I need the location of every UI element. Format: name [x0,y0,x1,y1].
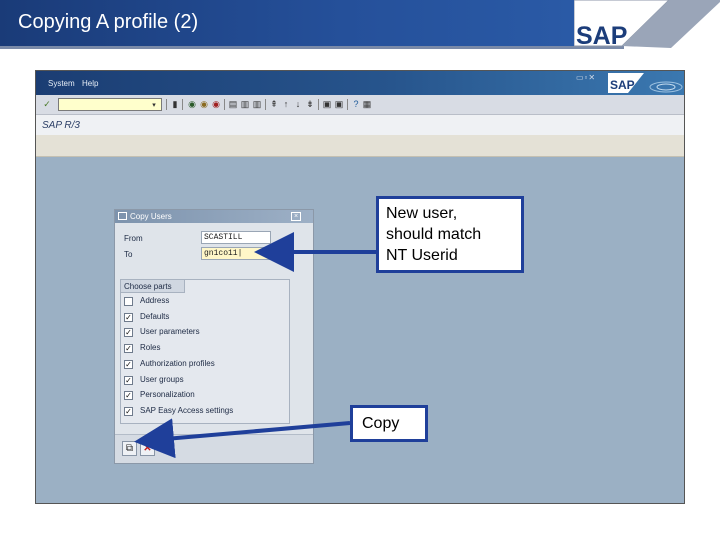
help-icon[interactable]: ? [351,99,361,110]
part-option[interactable]: ✓ User groups [124,375,284,387]
application-toolbar [36,135,684,157]
slide-title: Copying A profile (2) [18,11,199,33]
copy-button[interactable]: ⧉ [122,441,137,456]
dialog-close-icon[interactable]: × [291,212,301,221]
part-option[interactable]: ✓ Defaults [124,312,284,324]
slide-header: Copying A profile (2) SAP [0,0,720,50]
copy-icon: ⧉ [125,443,134,454]
cancel-button[interactable]: ✕ [140,441,155,456]
part-option[interactable]: ✓ SAP Easy Access settings [124,406,284,418]
screen-title: SAP R/3 [42,120,80,131]
water-ripple-graphic [636,71,684,95]
checkbox-checked-icon[interactable]: ✓ [124,406,133,416]
dialog-titlebar: Copy Users × [115,210,313,223]
toolbar-separator [347,99,348,110]
checkbox-checked-icon[interactable]: ✓ [124,312,133,322]
menu-system[interactable]: System [48,79,75,88]
standard-toolbar: ✓ ▾ ▮ ◉ ◉ ◉ ▤ ▥ ▥ ⇞ ↑ ↓ ⇟ ▣ ▣ ? ▦ [36,95,684,115]
menu-help[interactable]: Help [82,79,98,88]
checkbox-checked-icon[interactable]: ✓ [124,328,133,338]
gui-titlebar: System Help ▭▫✕ SAP [36,71,684,95]
toolbar-separator [224,99,225,110]
svg-text:SAP: SAP [576,22,627,50]
copy-callout: Copy [350,405,428,442]
part-option[interactable]: ✓ User parameters [124,327,284,339]
toolbar-separator [318,99,319,110]
from-label: From [124,234,143,243]
save-icon[interactable]: ▮ [170,99,180,110]
to-user-field[interactable]: gn1co11| [201,247,271,260]
dialog-title: Copy Users [130,212,172,221]
part-option-label: SAP Easy Access settings [140,405,234,415]
checkbox-checked-icon[interactable]: ✓ [124,344,133,354]
layout-menu-icon[interactable]: ▦ [362,99,372,110]
to-label: To [124,250,133,259]
find-next-icon[interactable]: ▥ [252,99,262,110]
part-option-label: Authorization profiles [140,358,215,368]
part-option-label: User groups [140,374,184,384]
toolbar-separator [166,99,167,110]
screen-title-area: SAP R/3 [36,115,684,135]
last-page-icon[interactable]: ⇟ [305,99,315,110]
dialog-footer: ⧉ ✕ [115,434,313,463]
choose-parts-group: Choose parts Address ✓ Defaults ✓ User param… [120,279,290,424]
window-controls-icon[interactable]: ▭▫✕ [576,73,596,82]
back-icon[interactable]: ◉ [187,99,197,110]
cancel-x-icon: ✕ [143,443,152,454]
part-option[interactable]: ✓ Personalization [124,390,284,402]
copy-users-dialog: Copy Users × From SCASTILL To gn1co11| C… [114,209,314,464]
checkbox-checked-icon[interactable]: ✓ [124,359,133,369]
part-option-label: Defaults [140,311,170,321]
exit-icon[interactable]: ◉ [199,99,209,110]
command-dropdown-icon[interactable]: ▾ [149,100,159,111]
dialog-window-icon [118,212,127,220]
part-option-label: Address [140,296,170,305]
checkbox-checked-icon[interactable]: ✓ [124,375,133,385]
svg-text:SAP: SAP [610,78,635,92]
toolbar-separator [182,99,183,110]
checkbox-checked-icon[interactable]: ✓ [124,391,133,401]
new-user-callout-line-1: New user, [386,205,458,222]
shortcut-icon[interactable]: ▣ [334,99,344,110]
previous-page-icon[interactable]: ↑ [281,99,291,110]
choose-parts-title: Choose parts [124,282,172,291]
checkbox-unchecked-icon[interactable] [124,297,133,306]
print-icon[interactable]: ▤ [228,99,238,110]
command-field[interactable] [58,98,162,111]
slide-title-bar: Copying A profile (2) [0,0,574,46]
header-divider [0,46,624,49]
part-option-label: User parameters [140,327,200,337]
find-icon[interactable]: ▥ [240,99,250,110]
new-session-icon[interactable]: ▣ [322,99,332,110]
sap-logo: SAP [573,0,720,50]
part-option-label: Personalization [140,390,195,400]
toolbar-separator [265,99,266,110]
new-user-callout: New user, should match NT Userid [376,196,524,273]
copy-callout-text: Copy [362,415,400,432]
enter-checkmark-icon[interactable]: ✓ [42,99,52,110]
first-page-icon[interactable]: ⇞ [269,99,279,110]
next-page-icon[interactable]: ↓ [293,99,303,110]
new-user-callout-line-3: NT Userid [386,247,458,264]
part-option-label: Roles [140,343,161,353]
new-user-callout-line-2: should match [386,226,482,243]
part-option[interactable]: ✓ Authorization profiles [124,359,284,371]
part-option[interactable]: Address [124,296,284,308]
choose-parts-tab: Choose parts [121,280,185,293]
from-user-field[interactable]: SCASTILL [201,231,271,244]
cancel-icon[interactable]: ◉ [211,99,221,110]
part-option[interactable]: ✓ Roles [124,343,284,355]
